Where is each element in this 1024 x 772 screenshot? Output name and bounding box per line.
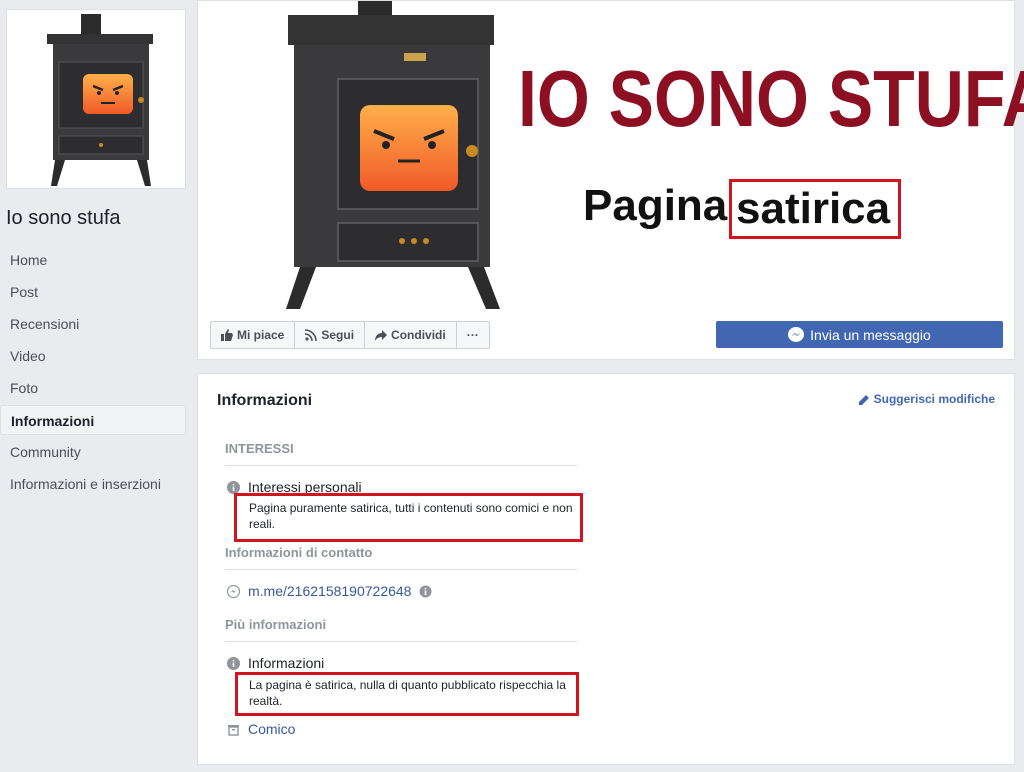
pencil-icon: [858, 394, 869, 405]
sidebar-item-post[interactable]: Post: [0, 277, 186, 307]
cover-title: IO SONO STUFA: [518, 54, 1024, 144]
about-label: Informazioni: [248, 655, 325, 671]
info-card: Informazioni Suggerisci modifiche INTERE…: [197, 373, 1015, 765]
more-button[interactable]: ···: [457, 322, 489, 348]
send-message-button[interactable]: Invia un messaggio: [716, 321, 1003, 348]
suggest-edits-label: Suggerisci modifiche: [873, 392, 995, 406]
like-button[interactable]: Mi piace: [211, 322, 296, 348]
page-actions: Mi piace Segui Condividi ···: [210, 321, 490, 349]
left-sidebar: Io sono stufa Home Post Recensioni Video…: [0, 0, 196, 772]
messenger-link[interactable]: m.me/2162158190722648: [248, 583, 411, 599]
more-icon: ···: [466, 328, 479, 342]
info-title: Informazioni: [217, 392, 313, 409]
follow-button[interactable]: Segui: [295, 322, 366, 348]
sidebar-item-community[interactable]: Community: [0, 437, 186, 467]
sidebar-item-informazioni[interactable]: Informazioni: [0, 405, 186, 435]
messenger-row: m.me/2162158190722648: [227, 583, 432, 599]
divider: [225, 569, 577, 570]
sidebar-item-video[interactable]: Video: [0, 341, 186, 371]
more-info-heading: Più informazioni: [225, 617, 327, 632]
like-label: Mi piace: [237, 328, 285, 342]
sidebar-item-info-inserzioni[interactable]: Informazioni e inserzioni: [0, 469, 186, 499]
rss-icon: [305, 329, 318, 341]
share-button[interactable]: Condividi: [365, 322, 457, 348]
about-row: Informazioni: [227, 655, 324, 671]
cover-subtitle-satirica: satirica: [729, 179, 902, 239]
send-message-label: Invia un messaggio: [810, 326, 931, 343]
suggest-edits-link[interactable]: Suggerisci modifiche: [858, 392, 995, 406]
thumbs-up-icon: [221, 329, 233, 341]
contact-heading: Informazioni di contatto: [225, 545, 373, 560]
sidebar-item-home[interactable]: Home: [0, 245, 186, 275]
highlight-box: [234, 493, 583, 542]
stove-icon: [47, 14, 153, 186]
share-label: Condividi: [391, 328, 446, 342]
cover-photo[interactable]: IO SONO STUFA Pagina satirica: [198, 1, 1024, 311]
category-row: Comico: [227, 721, 295, 737]
sidebar-item-recensioni[interactable]: Recensioni: [0, 309, 186, 339]
divider: [225, 465, 577, 466]
divider: [225, 641, 577, 642]
category-link[interactable]: Comico: [248, 721, 295, 737]
info-icon[interactable]: [419, 585, 432, 598]
info-icon: [227, 480, 240, 494]
sidebar-item-foto[interactable]: Foto: [0, 373, 186, 403]
cover-subtitle-pagina: Pagina: [583, 181, 728, 230]
messenger-icon: [227, 584, 240, 598]
interests-heading: INTERESSI: [225, 441, 294, 456]
stove-icon: [286, 1, 500, 309]
highlight-box: [235, 672, 579, 716]
cover-card: IO SONO STUFA Pagina satirica Mi piace S…: [197, 0, 1024, 360]
sidebar-nav: Home Post Recensioni Video Foto Informaz…: [0, 245, 186, 501]
category-icon: [228, 724, 239, 736]
profile-picture[interactable]: [6, 9, 186, 189]
follow-label: Segui: [321, 328, 355, 342]
share-arrow-icon: [375, 330, 388, 341]
info-icon: [227, 656, 240, 670]
messenger-icon: [788, 326, 805, 342]
page-name[interactable]: Io sono stufa: [6, 207, 121, 230]
